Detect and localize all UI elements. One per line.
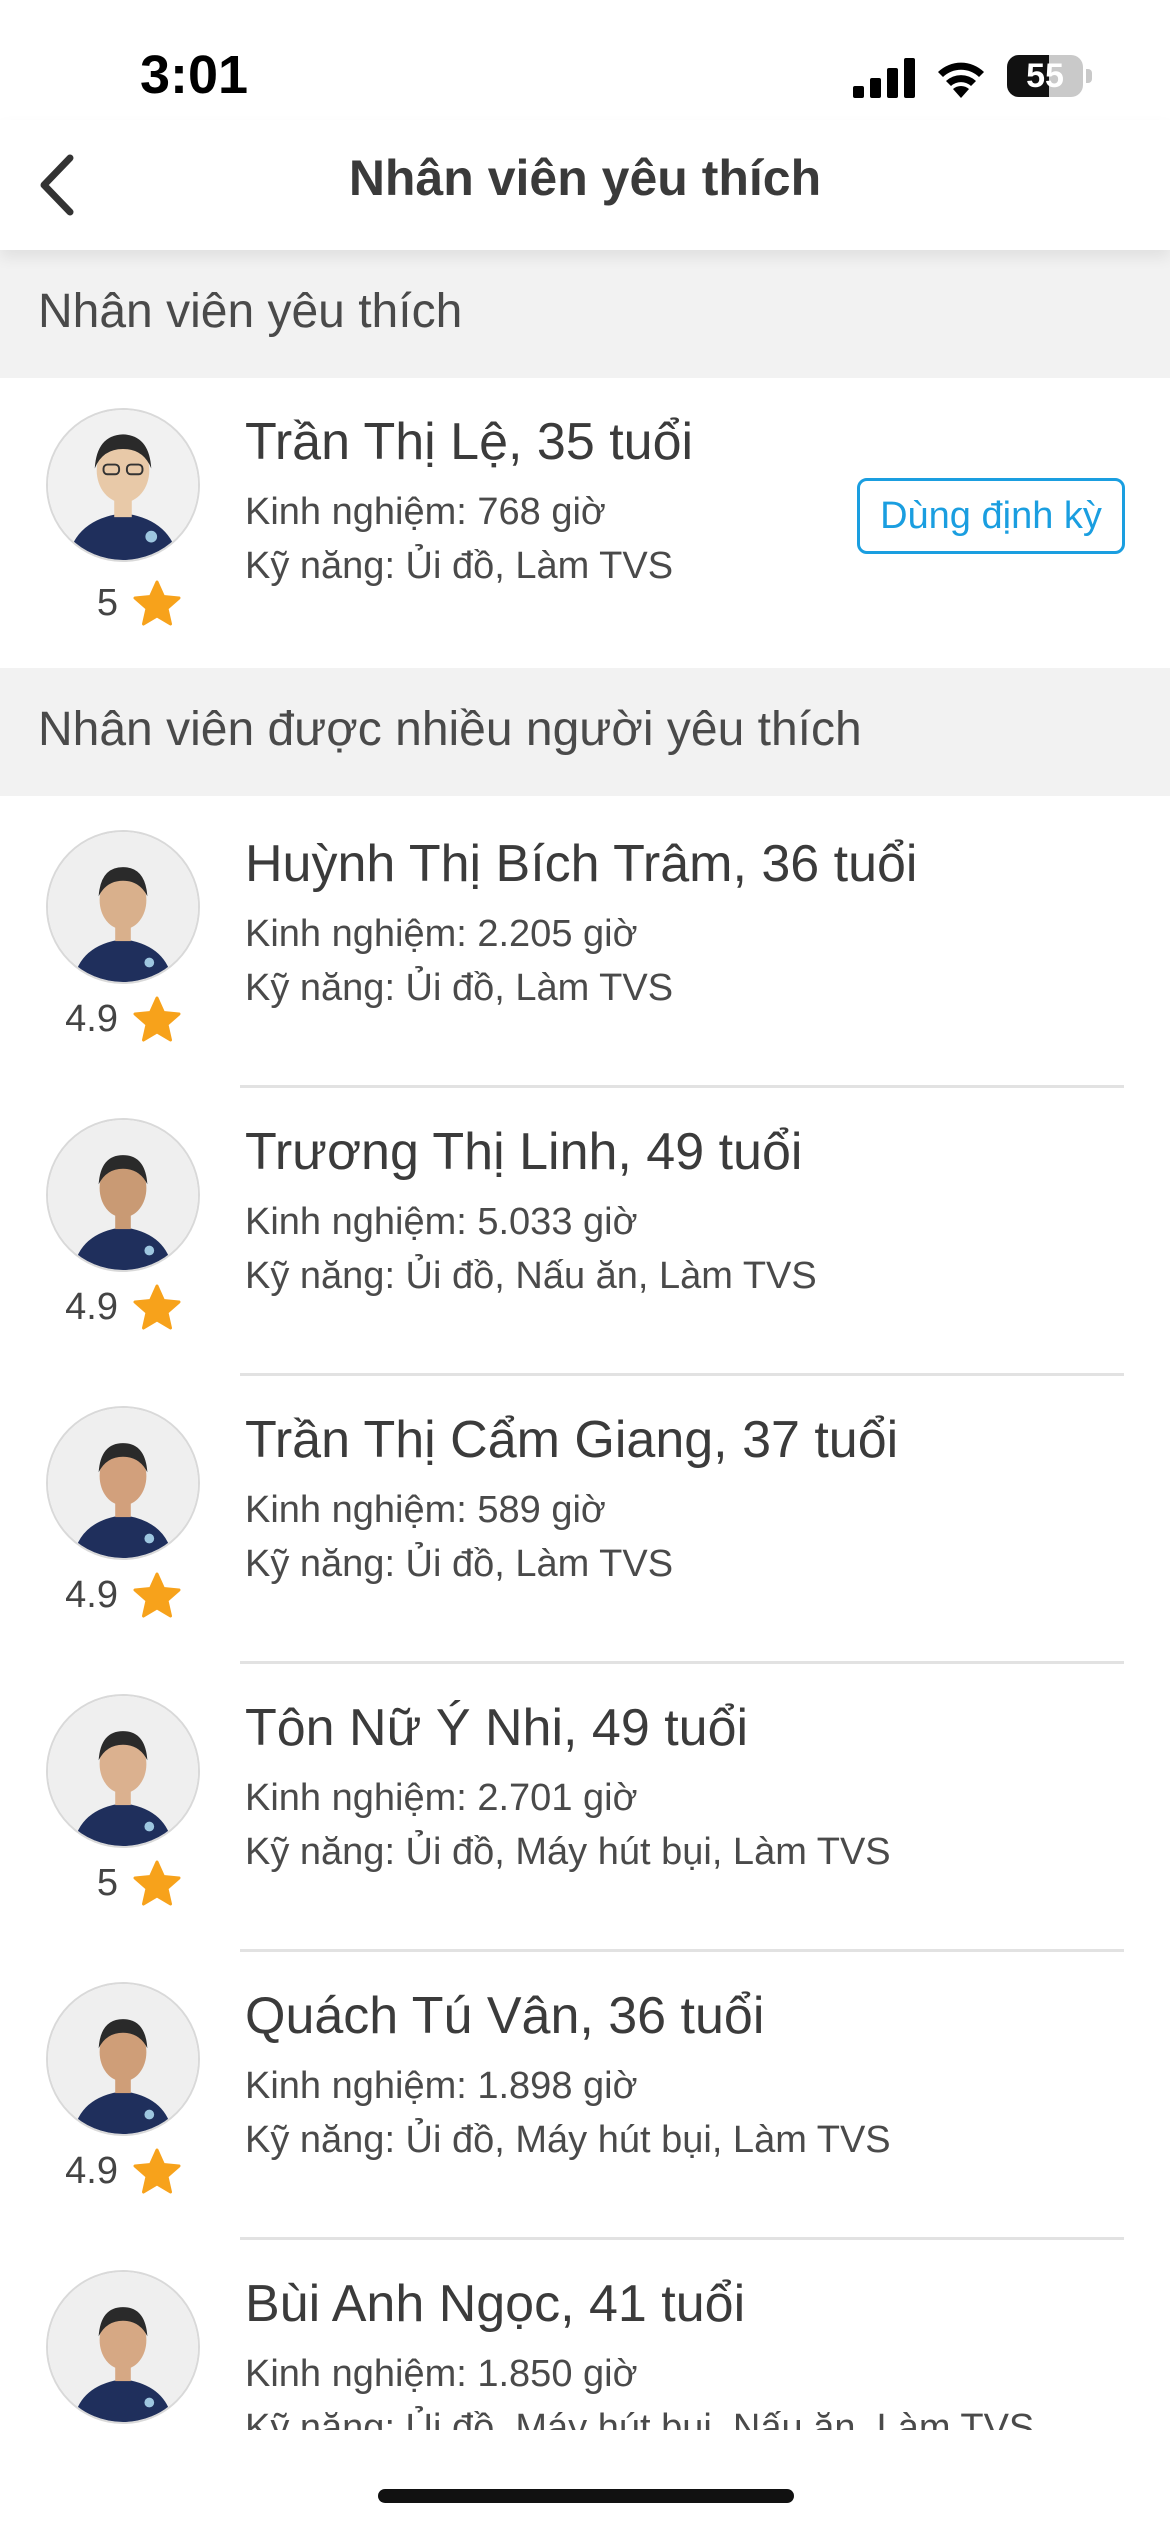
star-icon xyxy=(133,2148,181,2194)
avatar xyxy=(46,1694,200,1848)
star-icon xyxy=(133,1284,181,1330)
employee-skills: Kỹ năng: Ủi đồ, Nấu ăn, Làm TVS xyxy=(245,1255,817,1297)
avatar xyxy=(46,1406,200,1560)
employee-name: Huỳnh Thị Bích Trâm, 36 tuổi xyxy=(245,835,918,893)
star-icon xyxy=(133,1860,181,1906)
employee-experience: Kinh nghiệm: 589 giờ xyxy=(245,1489,606,1531)
star-icon xyxy=(133,1572,181,1618)
employee-name: Tôn Nữ Ý Nhi, 49 tuổi xyxy=(245,1699,749,1757)
employee-name: Trương Thị Linh, 49 tuổi xyxy=(245,1123,803,1181)
employee-experience: Kinh nghiệm: 2.205 giờ xyxy=(245,913,638,955)
battery-icon: 55 xyxy=(1007,55,1093,97)
employee-experience: Kinh nghiệm: 1.898 giờ xyxy=(245,2065,638,2107)
rating-value: 4.9 xyxy=(65,998,118,1040)
favorite-employee-row[interactable]: 5 Trần Thị Lệ, 35 tuổi Kinh nghiệm: 768 … xyxy=(0,378,1170,668)
employee-skills: Kỹ năng: Ủi đồ, Máy hút bụi, Làm TVS xyxy=(245,1831,891,1873)
chevron-left-icon xyxy=(40,154,74,216)
employee-experience: Kinh nghiệm: 1.850 giờ xyxy=(245,2353,638,2395)
employee-experience: Kinh nghiệm: 5.033 giờ xyxy=(245,1201,638,1243)
rating-value: 5 xyxy=(96,582,118,624)
rating: 4.9 xyxy=(40,1566,210,1626)
employee-skills: Kỹ năng: Ủi đồ, Làm TVS xyxy=(245,545,674,587)
cellular-signal-icon xyxy=(853,58,915,98)
status-time: 3:01 xyxy=(140,45,249,105)
rating: 4.9 xyxy=(40,2142,210,2202)
employee-name: Quách Tú Vân, 36 tuổi xyxy=(245,1987,765,2045)
back-button[interactable] xyxy=(20,140,100,230)
star-icon xyxy=(133,580,181,626)
rating: 5 xyxy=(40,1854,210,1914)
popular-employee-row[interactable]: 4.9 Trần Thị Cẩm Giang, 37 tuổi Kinh nghiệ… xyxy=(0,1376,1170,1664)
employee-experience: Kinh nghiệm: 768 giờ xyxy=(245,491,606,533)
employee-experience: Kinh nghiệm: 2.701 giờ xyxy=(245,1777,638,1819)
avatar xyxy=(46,1982,200,2136)
popular-employee-row[interactable]: 4.9 Quách Tú Vân, 36 tuổi Kinh nghiệm: 1.8… xyxy=(0,1952,1170,2240)
employee-skills: Kỹ năng: Ủi đồ, Máy hút bụi, Nấu ăn, Làm… xyxy=(245,2407,1035,2430)
employee-skills: Kỹ năng: Ủi đồ, Máy hút bụi, Làm TVS xyxy=(245,2119,891,2161)
section-header-popular: Nhân viên được nhiều người yêu thích xyxy=(0,668,1170,796)
section-title-favorites: Nhân viên yêu thích xyxy=(38,285,463,338)
battery-label: 55 xyxy=(1026,57,1064,95)
popular-employee-row[interactable]: Bùi Anh Ngọc, 41 tuổi Kinh nghiệm: 1.850 … xyxy=(0,2240,1170,2430)
rating-value: 4.9 xyxy=(65,1574,118,1616)
rating-value: 5 xyxy=(96,1862,118,1904)
star-icon xyxy=(133,996,181,1042)
employee-skills: Kỹ năng: Ủi đồ, Làm TVS xyxy=(245,1543,674,1585)
rating: 4.9 xyxy=(40,990,210,1050)
home-indicator xyxy=(378,2489,794,2503)
recurring-booking-button[interactable]: Dùng định kỳ xyxy=(857,478,1125,554)
nav-bar: Nhân viên yêu thích xyxy=(0,120,1170,250)
section-title-popular: Nhân viên được nhiều người yêu thích xyxy=(38,703,862,756)
avatar xyxy=(46,408,200,562)
popular-employee-row[interactable]: 4.9 Huỳnh Thị Bích Trâm, 36 tuổi Kinh nghi… xyxy=(0,800,1170,1088)
rating: 4.9 xyxy=(40,1278,210,1338)
employee-name: Trần Thị Cẩm Giang, 37 tuổi xyxy=(245,1411,899,1469)
wifi-icon xyxy=(938,62,984,98)
employee-skills: Kỹ năng: Ủi đồ, Làm TVS xyxy=(245,967,674,1009)
page-title: Nhân viên yêu thích xyxy=(348,150,822,206)
rating: 5 xyxy=(40,574,210,634)
rating-value: 4.9 xyxy=(65,1286,118,1328)
popular-employee-list[interactable]: 4.9 Huỳnh Thị Bích Trâm, 36 tuổi Kinh nghi… xyxy=(0,800,1170,2430)
avatar xyxy=(46,2270,200,2424)
section-header-favorites: Nhân viên yêu thích xyxy=(0,250,1170,378)
avatar xyxy=(46,830,200,984)
popular-employee-row[interactable]: 5 Tôn Nữ Ý Nhi, 49 tuổi Kinh nghiệm: 2.701… xyxy=(0,1664,1170,1952)
employee-name: Bùi Anh Ngọc, 41 tuổi xyxy=(245,2275,746,2333)
avatar xyxy=(46,1118,200,1272)
employee-name: Trần Thị Lệ, 35 tuổi xyxy=(245,413,694,471)
popular-employee-row[interactable]: 4.9 Trương Thị Linh, 49 tuổi Kinh nghiệm: … xyxy=(0,1088,1170,1376)
rating-value: 4.9 xyxy=(65,2150,118,2192)
